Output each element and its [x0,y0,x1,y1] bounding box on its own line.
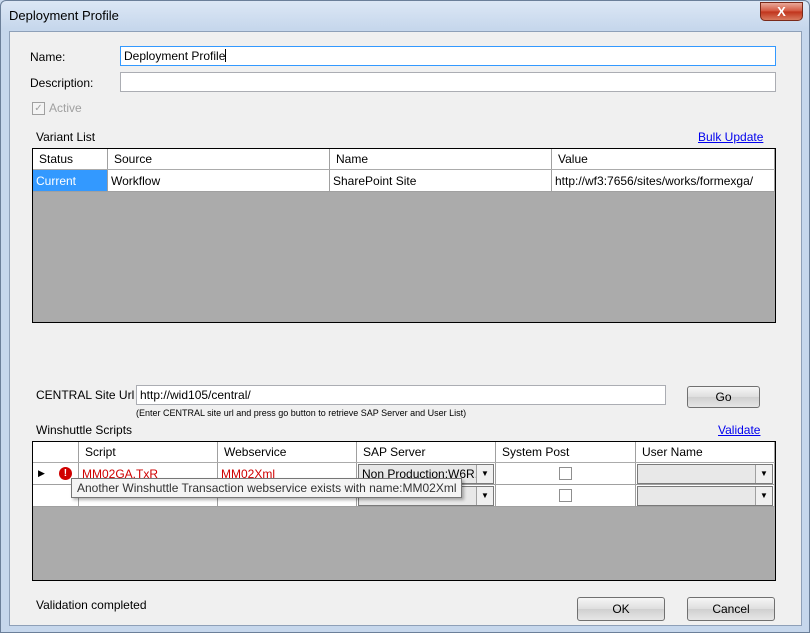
chevron-down-icon[interactable]: ▼ [476,465,493,483]
name-label: Name: [30,50,66,64]
status-text: Validation completed [36,598,147,612]
column-header-source[interactable]: Source [108,149,330,169]
bulk-update-link[interactable]: Bulk Update [698,130,763,144]
cell-system-post[interactable] [496,463,636,485]
error-tooltip: Another Winshuttle Transaction webservic… [71,478,463,498]
column-header-status[interactable]: Status [33,149,108,169]
column-header-system-post[interactable]: System Post [496,442,636,462]
cell-source[interactable]: Workflow [108,170,330,192]
table-row[interactable]: Current Workflow SharePoint Site http://… [33,170,775,192]
user-name-combo[interactable]: ▼ [637,486,773,506]
column-header-name[interactable]: Name [330,149,552,169]
validate-link[interactable]: Validate [718,423,760,437]
text-caret [225,49,227,62]
name-input-value: Deployment Profile [124,49,226,63]
cell-status[interactable]: Current [33,170,108,192]
column-header-webservice[interactable]: Webservice [218,442,357,462]
chevron-down-icon[interactable]: ▼ [755,465,772,483]
cell-user-name[interactable]: ▼ [636,463,775,485]
title-bar: Deployment Profile X [1,1,809,31]
user-name-combo[interactable]: ▼ [637,464,773,484]
central-url-input[interactable]: http://wid105/central/ [136,385,666,405]
description-label: Description: [30,76,94,90]
chevron-down-icon[interactable]: ▼ [476,487,493,505]
description-input[interactable] [120,72,776,92]
winshuttle-scripts-label: Winshuttle Scripts [36,423,133,437]
scripts-grid-header: Script Webservice SAP Server System Post… [33,442,775,462]
system-post-checkbox[interactable] [559,489,572,502]
cell-system-post[interactable] [496,485,636,507]
variant-list-grid[interactable]: Status Source Name Value Current Workflo… [32,148,776,323]
central-url-hint: (Enter CENTRAL site url and press go but… [136,408,467,418]
column-header-sap-server[interactable]: SAP Server [357,442,496,462]
cancel-button[interactable]: Cancel [687,597,775,621]
active-checkbox[interactable]: ✓ [32,102,45,115]
window-title: Deployment Profile [9,8,119,23]
row-header-corner [33,442,79,462]
column-header-user-name[interactable]: User Name [636,442,775,462]
name-input[interactable]: Deployment Profile [120,46,776,66]
cell-value[interactable]: http://wf3:7656/sites/works/formexga/ [552,170,775,192]
column-header-script[interactable]: Script [79,442,218,462]
variant-grid-header: Status Source Name Value [33,149,775,169]
column-header-value[interactable]: Value [552,149,775,169]
central-url-label: CENTRAL Site Url : [36,388,141,402]
system-post-checkbox[interactable] [559,467,572,480]
cell-name[interactable]: SharePoint Site [330,170,552,192]
current-row-icon: ▶ [38,468,45,478]
dialog-client-area: Name: Deployment Profile Description: ✓ … [9,31,802,626]
cell-user-name[interactable]: ▼ [636,485,775,507]
chevron-down-icon[interactable]: ▼ [755,487,772,505]
winshuttle-scripts-grid[interactable]: Script Webservice SAP Server System Post… [32,441,776,581]
close-button[interactable]: X [760,2,803,21]
active-label: Active [49,101,82,115]
go-button[interactable]: Go [687,386,760,408]
error-icon: ! [58,467,72,480]
variant-list-label: Variant List [36,130,96,144]
deployment-profile-window: Deployment Profile X Name: Deployment Pr… [0,0,810,633]
ok-button[interactable]: OK [577,597,665,621]
